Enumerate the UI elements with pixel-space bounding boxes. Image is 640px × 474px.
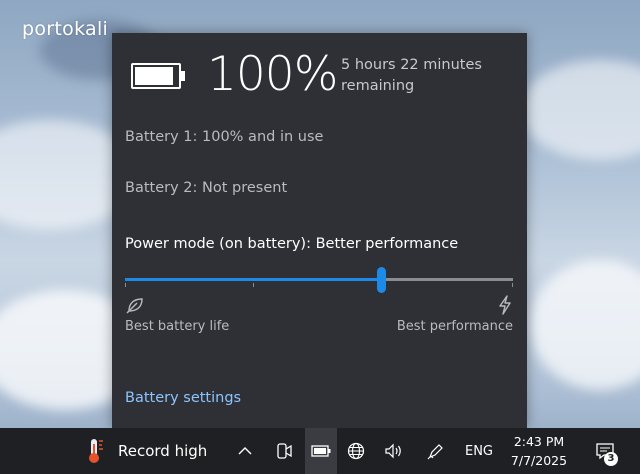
meet-now-icon[interactable]	[272, 428, 296, 474]
lightning-bolt-icon	[499, 295, 511, 315]
power-mode-slider[interactable]	[125, 267, 513, 293]
time-remaining: 5 hours 22 minutes remaining	[341, 57, 482, 94]
globe-icon[interactable]	[344, 428, 368, 474]
slider-track-filled	[125, 278, 381, 281]
volume-icon[interactable]	[382, 428, 406, 474]
clock[interactable]: 2:43 PM 7/7/2025	[506, 428, 572, 474]
battery-full-icon	[131, 63, 185, 89]
battery-tray-button[interactable]	[305, 428, 337, 474]
best-battery-life-label: Best battery life	[125, 319, 230, 334]
thermometer-icon[interactable]	[82, 428, 108, 474]
taskbar: Record high ENG 2:43 PM 7/7/2025	[0, 428, 640, 474]
slider-tick	[253, 283, 254, 287]
slider-tick	[512, 283, 513, 287]
power-mode-label: Power mode (on battery): Better performa…	[125, 236, 459, 252]
slider-tick	[125, 283, 126, 287]
battery-percent: 100%	[207, 47, 338, 102]
battery-flyout: 100% 5 hours 22 minutes remaining Batter…	[112, 33, 527, 429]
weather-text[interactable]: Record high	[118, 428, 207, 474]
battery-tip	[181, 71, 185, 81]
notification-count-badge: 3	[604, 452, 618, 466]
best-performance-label: Best performance	[396, 319, 513, 334]
battery-fill	[135, 67, 173, 85]
slider-track-empty	[381, 278, 513, 281]
battery-1-status: Battery 1: 100% and in use	[125, 129, 324, 145]
battery-2-status: Battery 2: Not present	[125, 180, 288, 196]
cloud	[520, 60, 640, 160]
watermark: portokali	[22, 18, 109, 40]
cloud	[530, 260, 640, 390]
language-indicator[interactable]: ENG	[462, 428, 496, 474]
battery-icon	[311, 445, 331, 457]
clock-time: 2:43 PM	[513, 434, 565, 449]
pen-icon[interactable]	[424, 428, 448, 474]
leaf-icon	[126, 298, 143, 314]
slider-thumb[interactable]	[377, 267, 386, 293]
notification-icon[interactable]	[588, 428, 622, 474]
clock-date: 7/7/2025	[510, 453, 568, 468]
chevron-up-icon[interactable]	[234, 428, 256, 474]
battery-settings-link[interactable]: Battery settings	[125, 390, 241, 406]
